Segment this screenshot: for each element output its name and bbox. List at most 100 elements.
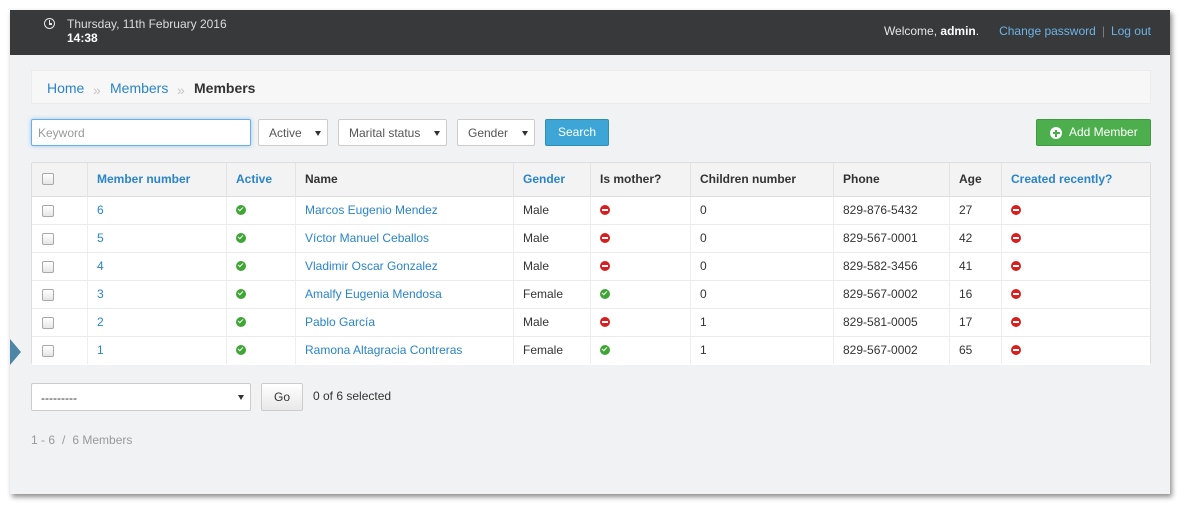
cell-children: 0 — [690, 225, 833, 252]
breadcrumb-members-link[interactable]: Members — [110, 80, 168, 96]
cell-recent — [1001, 337, 1150, 364]
keyword-input[interactable]: Keyword — [31, 119, 251, 146]
yes-check-icon — [600, 288, 610, 299]
member-name-link[interactable]: Ramona Altagracia Contreras — [305, 343, 462, 357]
marital-status-label: Marital status — [349, 126, 421, 140]
header-children-number: Children number — [690, 163, 833, 197]
cell-mother — [590, 337, 690, 364]
chevron-down-icon — [315, 131, 321, 136]
breadcrumb: Home » Members » Members — [31, 70, 1151, 104]
welcome-suffix: . — [975, 24, 980, 38]
row-checkbox[interactable] — [42, 345, 54, 357]
table-row: 1 Ramona Altagracia Contreras Female 1 829-5… — [32, 337, 1150, 365]
member-name-link[interactable]: Pablo García — [305, 315, 375, 329]
cell-gender: Male — [513, 197, 590, 224]
cell-gender: Female — [513, 337, 590, 364]
member-number-link[interactable]: 2 — [97, 315, 104, 329]
row-checkbox[interactable] — [42, 205, 54, 217]
cell-active — [226, 309, 295, 336]
change-password-link[interactable]: Change password — [999, 24, 1096, 38]
logout-link[interactable]: Log out — [1111, 24, 1151, 38]
no-minus-icon — [1011, 260, 1021, 271]
cell-children-text: 0 — [700, 231, 707, 245]
plus-circle-icon — [1050, 127, 1062, 139]
yes-check-icon — [600, 344, 610, 355]
cell-phone: 829-567-0002 — [833, 281, 949, 308]
header-is-mother: Is mother? — [590, 163, 690, 197]
member-name-link[interactable]: Amalfy Eugenia Mendosa — [305, 287, 442, 301]
member-number-link[interactable]: 4 — [97, 259, 104, 273]
select-all-checkbox[interactable] — [42, 173, 54, 185]
header-active[interactable]: Active — [226, 163, 295, 197]
cell-active — [226, 225, 295, 252]
cell-phone: 829-581-0005 — [833, 309, 949, 336]
active-filter-label: Active — [269, 126, 302, 140]
cell-age: 42 — [949, 225, 1001, 252]
cell-children: 1 — [690, 309, 833, 336]
row-select-cell — [32, 281, 87, 308]
cell-age: 41 — [949, 253, 1001, 280]
member-name-link[interactable]: Vladimir Oscar Gonzalez — [305, 259, 438, 273]
cell-gender-text: Female — [523, 287, 564, 301]
cell-age-text: 65 — [959, 343, 973, 357]
search-button[interactable]: Search — [545, 119, 609, 146]
member-number-link[interactable]: 5 — [97, 231, 104, 245]
gender-filter-select[interactable]: Gender — [457, 119, 535, 146]
cell-phone-text: 829-567-0002 — [843, 287, 918, 301]
cell-children: 0 — [690, 197, 833, 224]
bulk-action-select[interactable]: --------- — [31, 383, 251, 411]
cell-name: Pablo García — [295, 309, 513, 336]
cell-phone: 829-567-0001 — [833, 225, 949, 252]
cell-age-text: 16 — [959, 287, 973, 301]
side-drawer-tab[interactable] — [10, 339, 21, 365]
row-checkbox[interactable] — [42, 317, 54, 329]
table-row: 4 Vladimir Oscar Gonzalez Male 0 829-582-345… — [32, 253, 1150, 281]
breadcrumb-separator: » — [177, 82, 185, 98]
member-name-link[interactable]: Víctor Manuel Ceballos — [305, 231, 429, 245]
header-member-number[interactable]: Member number — [87, 163, 226, 197]
breadcrumb-home[interactable]: Home — [47, 80, 84, 96]
member-number-link[interactable]: 3 — [97, 287, 104, 301]
cell-number: 1 — [87, 337, 226, 364]
current-time: 14:38 — [67, 31, 98, 45]
member-name-link[interactable]: Marcos Eugenio Mendez — [305, 203, 438, 217]
cell-recent — [1001, 253, 1150, 280]
cell-age-text: 41 — [959, 259, 973, 273]
member-number-link[interactable]: 6 — [97, 203, 104, 217]
header-age: Age — [949, 163, 1001, 197]
yes-check-icon — [236, 232, 246, 243]
cell-children-text: 0 — [700, 203, 707, 217]
cell-age-text: 17 — [959, 315, 973, 329]
cell-children: 1 — [690, 337, 833, 364]
header-gender[interactable]: Gender — [513, 163, 590, 197]
cell-recent — [1001, 197, 1150, 224]
active-filter-select[interactable]: Active — [258, 119, 328, 146]
row-checkbox[interactable] — [42, 289, 54, 301]
header-created-recently[interactable]: Created recently? — [1001, 163, 1150, 197]
header-name: Name — [295, 163, 513, 197]
cell-name: Vladimir Oscar Gonzalez — [295, 253, 513, 280]
cell-mother — [590, 281, 690, 308]
add-member-button[interactable]: Add Member — [1036, 119, 1151, 146]
cell-mother — [590, 197, 690, 224]
yes-check-icon — [236, 204, 246, 215]
cell-gender-text: Male — [523, 203, 550, 217]
go-button[interactable]: Go — [261, 383, 303, 411]
cell-recent — [1001, 281, 1150, 308]
row-checkbox[interactable] — [42, 233, 54, 245]
no-minus-icon — [1011, 204, 1021, 215]
header-select-all — [32, 163, 87, 197]
chevron-down-icon — [238, 395, 244, 400]
top-bar: Thursday, 11th February 2016 14:38 Welco… — [10, 10, 1170, 55]
no-minus-icon — [600, 260, 610, 271]
cell-name: Ramona Altagracia Contreras — [295, 337, 513, 364]
cell-children-text: 0 — [700, 287, 707, 301]
cell-children-text: 0 — [700, 259, 707, 273]
member-number-link[interactable]: 1 — [97, 343, 104, 357]
cell-phone: 829-567-0002 — [833, 337, 949, 364]
pagination-range: 1 - 6 — [31, 433, 56, 447]
username: admin — [940, 24, 976, 38]
row-checkbox[interactable] — [42, 261, 54, 273]
marital-status-select[interactable]: Marital status — [338, 119, 447, 146]
breadcrumb-current: Members — [194, 80, 256, 96]
